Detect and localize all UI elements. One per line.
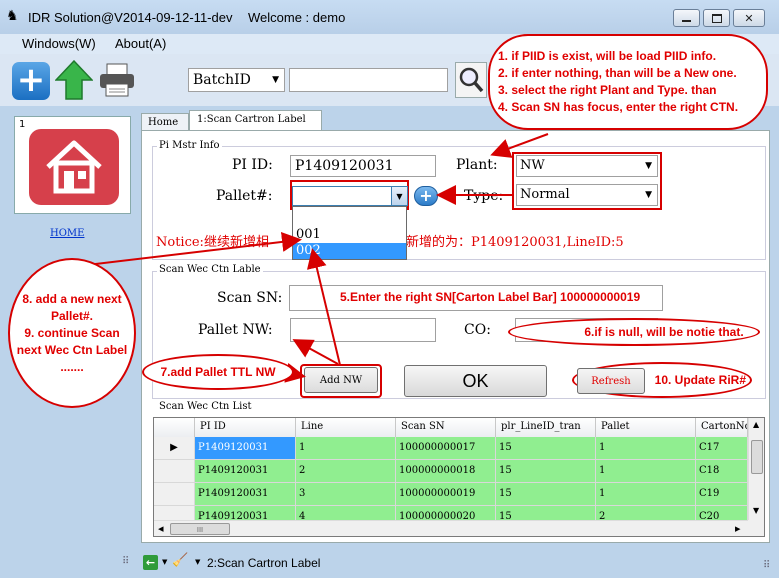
refresh-overlay-label: Refresh: [591, 375, 631, 387]
tip-2: 2. if enter nothing, than will be a New …: [498, 66, 737, 80]
arrow-addnw-to-nw: [292, 339, 339, 365]
callout-tips: 1. if PIID is exist, will be load PIID i…: [488, 34, 768, 130]
arrow-addnw-to-pallet: [306, 248, 341, 366]
refresh-button-overlay[interactable]: Refresh: [577, 368, 645, 394]
callout-10-text: 10. Update RiR#: [654, 372, 746, 387]
callout-6: 6.if is null, will be notie that.: [508, 318, 760, 346]
arrow-c7-to-addnw: [284, 363, 306, 383]
callout-7-text: 7.add Pallet TTL NW: [160, 364, 276, 379]
callout-6-text: 6.if is null, will be notie that.: [584, 324, 744, 339]
callout-8: 8. add a new next Pallet#. 9. continue S…: [8, 258, 136, 408]
tip-4: 4. Scan SN has focus, enter the right CT…: [498, 100, 739, 114]
callout-8-text: 8. add a new next Pallet#. 9. continue S…: [16, 291, 128, 374]
tip-1: 1. if PIID is exist, will be load PIID i…: [498, 49, 717, 63]
tip-3: 3. select the right Plant and Type. than: [498, 83, 717, 97]
arrow-tips-to-plant: [490, 133, 549, 158]
callout-7: 7.add Pallet TTL NW: [142, 354, 294, 390]
